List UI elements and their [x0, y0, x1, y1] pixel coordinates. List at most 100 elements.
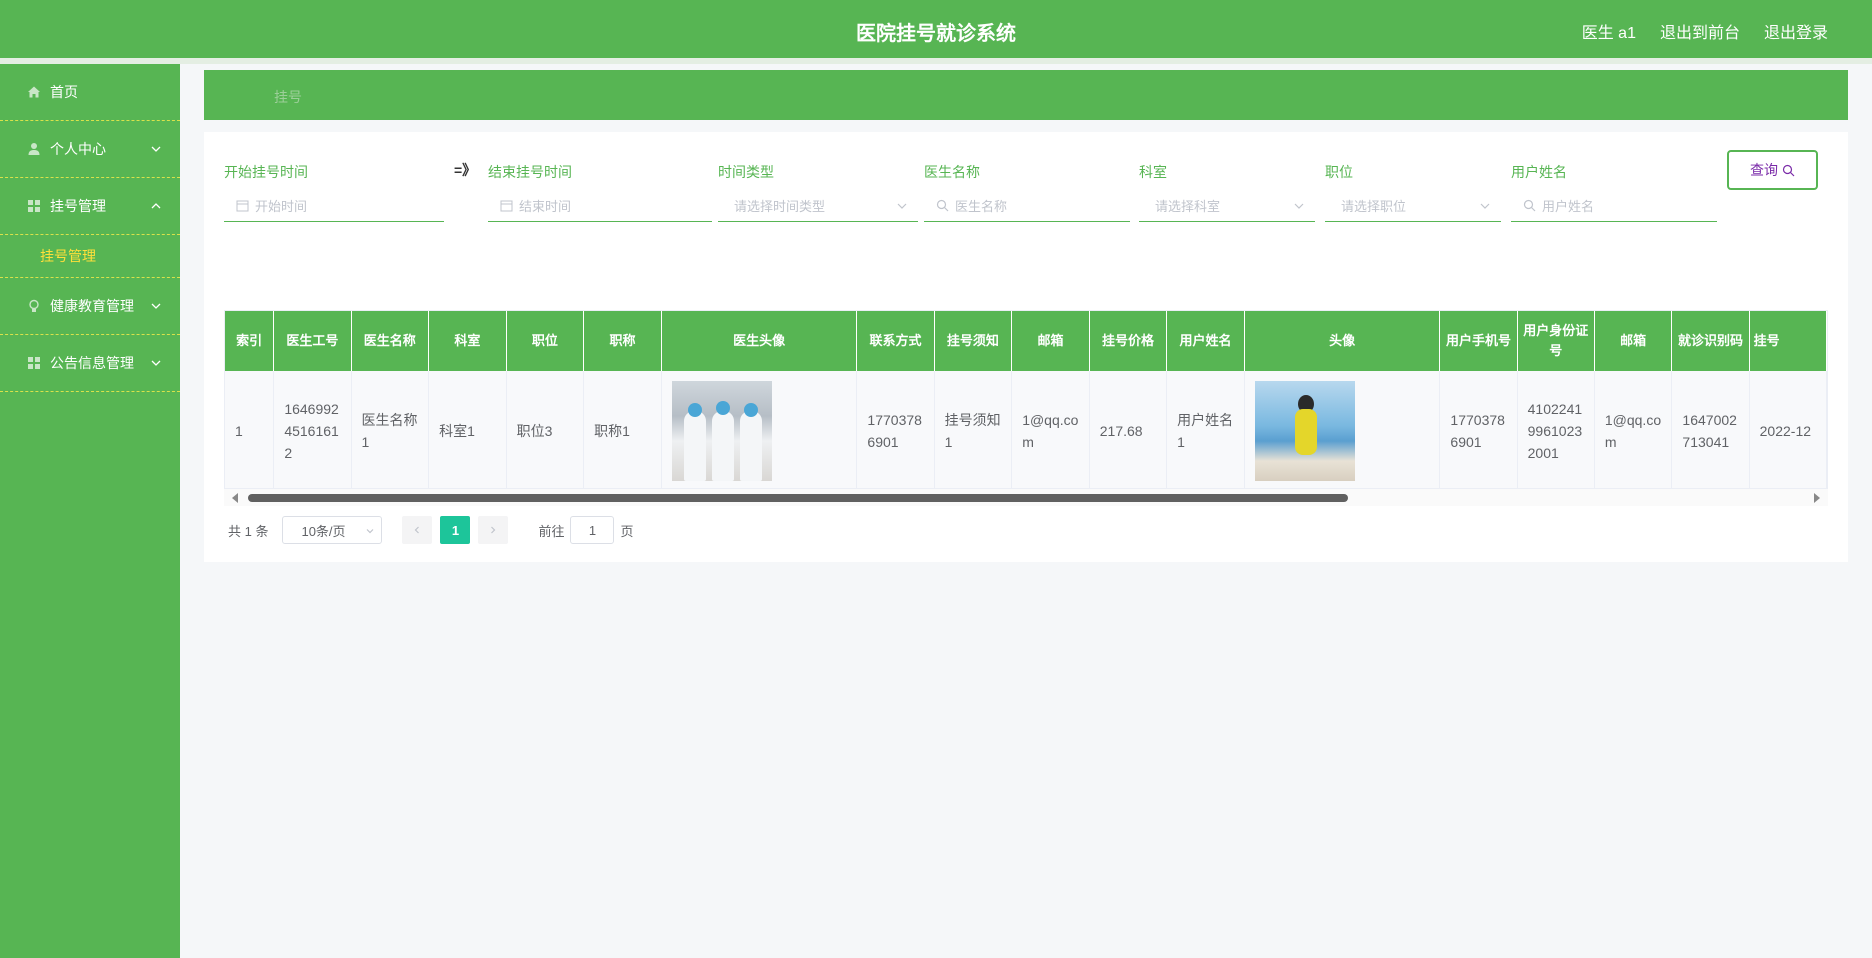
position-label: 职位: [1325, 164, 1353, 180]
column-header[interactable]: 挂号: [1749, 311, 1827, 371]
main-panel: 开始挂号时间 开始时间 =》 结束挂号时间 结束时间 时间类型 请选择时间类型 …: [204, 132, 1848, 562]
chevron-down-icon: [151, 303, 161, 309]
column-header[interactable]: 挂号价格: [1089, 311, 1168, 371]
logout-link[interactable]: 退出登录: [1764, 19, 1828, 43]
total-count: 共 1 条: [228, 523, 269, 539]
username-label: 用户姓名: [1511, 164, 1567, 180]
search-icon: [1523, 199, 1536, 212]
page-suffix-label: 页: [620, 523, 634, 539]
department-label: 科室: [1139, 164, 1167, 180]
sidebar-item-label: 公告信息管理: [50, 355, 134, 371]
chevron-down-icon: [151, 146, 161, 152]
column-header[interactable]: 科室: [428, 311, 507, 371]
table-cell: 科室1: [428, 371, 507, 491]
table-row[interactable]: 1 16469924516161 2 医生名称1 科室1 职位3 职称1 177…: [225, 371, 1827, 491]
table-cell: 职称1: [583, 371, 662, 491]
user-icon: [26, 141, 42, 157]
username-input[interactable]: 用户姓名: [1511, 190, 1717, 222]
table-cell: 2022-12: [1749, 371, 1827, 491]
table-cell: 职位3: [506, 371, 585, 491]
table-cell: [661, 371, 858, 491]
sidebar-item-home[interactable]: 首页: [0, 64, 180, 121]
position-select[interactable]: 请选择职位: [1325, 190, 1501, 222]
pagination: 共 1 条 10条/页 1 前往 1 页: [228, 515, 634, 545]
header-actions: 医生 a1 退出到前台 退出登录: [1582, 19, 1828, 43]
sidebar-item-announcements[interactable]: 公告信息管理: [0, 335, 180, 392]
scroll-thumb[interactable]: [248, 494, 1348, 502]
sidebar-item-health-education[interactable]: 健康教育管理: [0, 278, 180, 335]
range-separator: =》: [454, 162, 477, 178]
table-cell: 1647002713041: [1671, 371, 1750, 491]
table-cell: 挂号须知1: [934, 371, 1013, 491]
column-header[interactable]: 索引: [225, 311, 275, 371]
column-header[interactable]: 就诊识别码: [1671, 311, 1750, 371]
table-cell: 1: [225, 371, 275, 491]
end-time-input[interactable]: 结束时间: [488, 190, 712, 222]
exit-to-front-link[interactable]: 退出到前台: [1660, 19, 1740, 43]
table-cell: 17703786901: [856, 371, 935, 491]
header-divider: [0, 58, 1872, 64]
start-time-input[interactable]: 开始时间: [224, 190, 444, 222]
chevron-up-icon: [151, 203, 161, 209]
calendar-icon: [500, 199, 513, 212]
time-type-label: 时间类型: [718, 164, 774, 180]
prev-page-button[interactable]: [402, 516, 433, 544]
scroll-right-icon[interactable]: [1814, 493, 1820, 503]
table-header-row: 索引 医生工号 医生名称 科室 职位 职称 医生头像 联系方式 挂号须知 邮箱 …: [225, 311, 1827, 371]
department-select[interactable]: 请选择科室: [1139, 190, 1315, 222]
doctor-avatar-image[interactable]: [671, 381, 772, 481]
doctor-name-input[interactable]: 医生名称: [924, 190, 1130, 222]
search-icon: [1782, 164, 1795, 176]
calendar-icon: [236, 199, 249, 212]
column-header[interactable]: 职位: [506, 311, 585, 371]
chevron-down-icon: [897, 203, 907, 209]
table-cell: [1244, 371, 1441, 491]
column-header[interactable]: 医生工号: [273, 311, 352, 371]
table-cell: 16469924516161 2: [273, 371, 352, 491]
column-header[interactable]: 医生名称: [351, 311, 430, 371]
table-cell: 用户姓名1: [1166, 371, 1245, 491]
sidebar-item-registration[interactable]: 挂号管理: [0, 178, 180, 235]
time-type-select[interactable]: 请选择时间类型: [718, 190, 918, 222]
column-header[interactable]: 用户姓名: [1166, 311, 1245, 371]
sidebar-subitem-registration[interactable]: 挂号管理: [0, 235, 180, 278]
sidebar: 首页 个人中心 挂号管理 挂号管理 健康教育管理 公告信息管理: [0, 64, 180, 958]
column-header[interactable]: 邮箱: [1011, 311, 1090, 371]
sidebar-item-label: 个人中心: [50, 141, 106, 157]
chevron-down-icon: [367, 529, 374, 534]
column-header[interactable]: 用户身份证号: [1517, 311, 1595, 371]
column-header[interactable]: 医生头像: [661, 311, 858, 371]
chevron-right-icon: [491, 526, 496, 534]
table-cell: 217.68: [1089, 371, 1168, 491]
registration-table: 索引 医生工号 医生名称 科室 职位 职称 医生头像 联系方式 挂号须知 邮箱 …: [224, 310, 1828, 506]
page-number-current[interactable]: 1: [440, 516, 471, 544]
column-header[interactable]: 头像: [1244, 311, 1441, 371]
column-header[interactable]: 邮箱: [1594, 311, 1673, 371]
chevron-down-icon: [151, 360, 161, 366]
chevron-down-icon: [1480, 203, 1490, 209]
sidebar-item-profile[interactable]: 个人中心: [0, 121, 180, 178]
sidebar-item-label: 首页: [50, 84, 78, 100]
horizontal-scrollbar[interactable]: [224, 488, 1828, 506]
scroll-left-icon[interactable]: [232, 493, 238, 503]
column-header[interactable]: 用户手机号: [1439, 311, 1518, 371]
chevron-left-icon: [415, 526, 420, 534]
page-size-select[interactable]: 10条/页: [282, 516, 383, 544]
next-page-button[interactable]: [478, 516, 509, 544]
grid-icon: [26, 198, 42, 214]
goto-page-input[interactable]: 1: [570, 516, 615, 544]
query-button[interactable]: 查询: [1727, 150, 1818, 190]
lightbulb-icon: [26, 298, 42, 314]
grid-icon: [26, 355, 42, 371]
doctor-name-label: 医生名称: [924, 164, 980, 180]
user-avatar-image[interactable]: [1254, 381, 1355, 481]
column-header[interactable]: 职称: [583, 311, 662, 371]
sidebar-item-label: 挂号管理: [50, 198, 106, 214]
breadcrumb[interactable]: 挂号: [274, 87, 302, 107]
current-user[interactable]: 医生 a1: [1582, 19, 1636, 43]
start-time-label: 开始挂号时间: [224, 164, 308, 180]
table-cell: 1@qq.com: [1011, 371, 1090, 491]
column-header[interactable]: 联系方式: [856, 311, 935, 371]
column-header[interactable]: 挂号须知: [934, 311, 1013, 371]
end-time-label: 结束挂号时间: [488, 164, 572, 180]
